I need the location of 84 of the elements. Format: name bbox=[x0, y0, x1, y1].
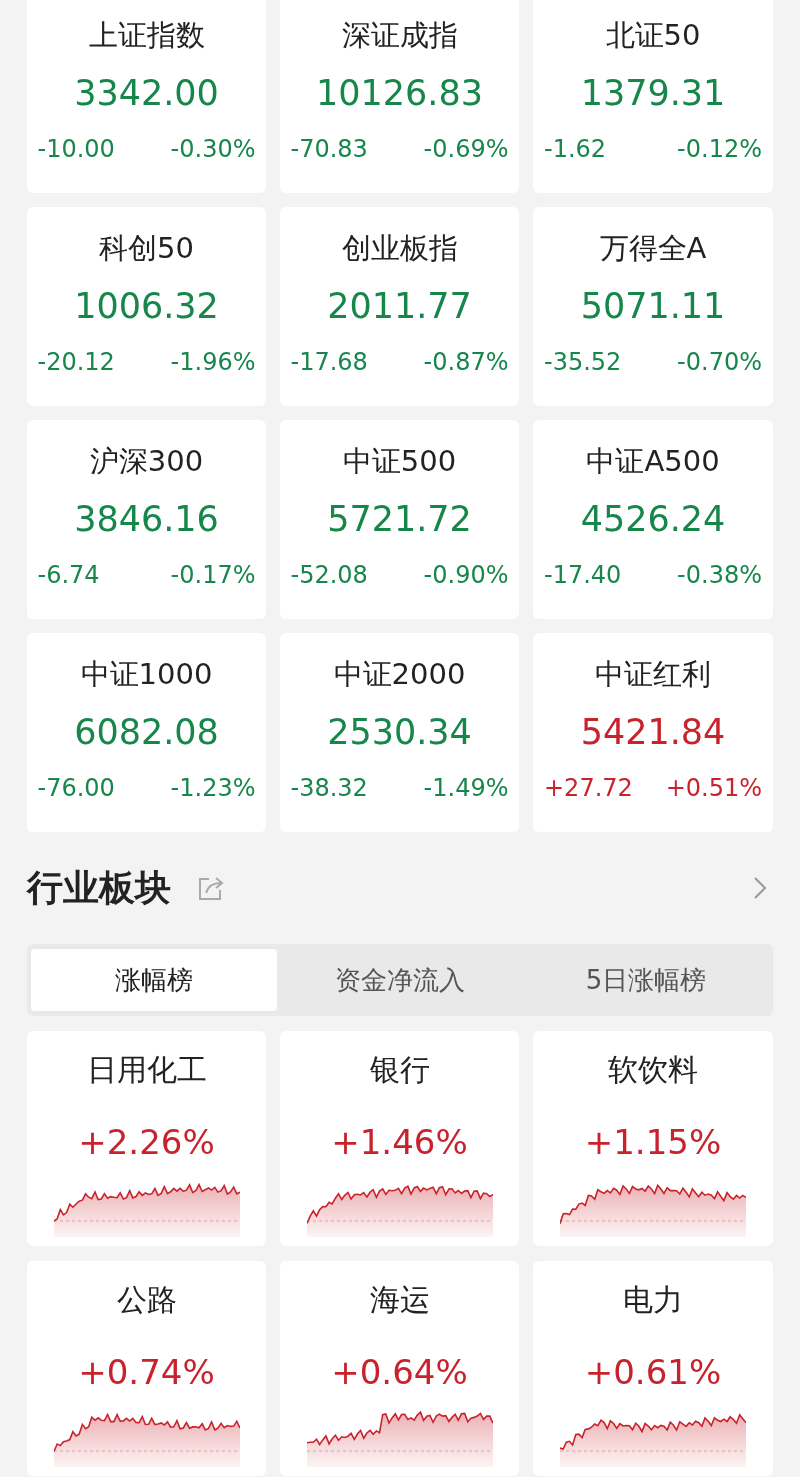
sector-percent: +2.26% bbox=[78, 1121, 215, 1163]
index-name: 创业板指 bbox=[341, 230, 458, 267]
index-card[interactable]: 沪深300 3846.16 -6.74 -0.17% bbox=[27, 420, 266, 619]
index-name: 沪深300 bbox=[89, 443, 204, 480]
index-percent: -0.69% bbox=[423, 134, 509, 164]
index-card[interactable]: 北证50 1379.31 -1.62 -0.12% bbox=[533, 0, 773, 193]
sector-card[interactable]: 软饮料 +1.15% bbox=[533, 1031, 773, 1246]
index-value: 1006.32 bbox=[74, 285, 219, 327]
index-percent: -0.38% bbox=[677, 560, 762, 590]
index-change: -10.00 bbox=[37, 134, 115, 164]
index-percent: -1.49% bbox=[423, 773, 509, 803]
sector-name: 日用化工 bbox=[86, 1051, 207, 1089]
sector-percent: +1.46% bbox=[331, 1121, 468, 1163]
sector-name: 软饮料 bbox=[608, 1051, 698, 1089]
index-change: -38.32 bbox=[290, 773, 368, 803]
sector-name: 公路 bbox=[116, 1281, 177, 1319]
index-percent: -0.70% bbox=[677, 347, 762, 377]
sector-card[interactable]: 日用化工 +2.26% bbox=[27, 1031, 266, 1246]
index-value: 2011.77 bbox=[327, 285, 472, 327]
index-value: 5721.72 bbox=[327, 498, 472, 540]
sector-percent: +0.61% bbox=[584, 1351, 722, 1393]
index-value: 3846.16 bbox=[74, 498, 219, 540]
index-change: +27.72 bbox=[544, 773, 633, 803]
index-change: -17.68 bbox=[290, 347, 368, 377]
index-name: 北证50 bbox=[605, 17, 701, 54]
index-card[interactable]: 深证成指 10126.83 -70.83 -0.69% bbox=[280, 0, 519, 193]
index-percent: -1.96% bbox=[170, 347, 256, 377]
index-name: 中证1000 bbox=[80, 656, 213, 693]
index-value: 3342.00 bbox=[74, 72, 219, 114]
index-change: -1.62 bbox=[544, 134, 607, 164]
index-value: 6082.08 bbox=[74, 711, 219, 753]
index-value: 4526.24 bbox=[580, 498, 726, 540]
index-change: -6.74 bbox=[37, 560, 100, 590]
index-name: 中证A500 bbox=[586, 443, 720, 480]
index-value: 5071.11 bbox=[580, 285, 726, 327]
index-card[interactable]: 创业板指 2011.77 -17.68 -0.87% bbox=[280, 207, 519, 406]
index-change: -35.52 bbox=[544, 347, 622, 377]
index-percent: -0.30% bbox=[170, 134, 256, 164]
index-percent: -1.23% bbox=[170, 773, 256, 803]
sector-name: 银行 bbox=[369, 1051, 430, 1089]
sector-percent: +0.64% bbox=[331, 1351, 468, 1393]
index-percent: +0.51% bbox=[665, 773, 762, 803]
index-name: 上证指数 bbox=[88, 17, 205, 54]
index-name: 万得全A bbox=[599, 230, 707, 267]
index-percent: -0.17% bbox=[170, 560, 256, 590]
index-card[interactable]: 中证1000 6082.08 -76.00 -1.23% bbox=[27, 633, 266, 832]
sector-card[interactable]: 公路 +0.74% bbox=[27, 1261, 266, 1476]
chevron-right-icon[interactable] bbox=[753, 876, 767, 900]
index-card[interactable]: 科创50 1006.32 -20.12 -1.96% bbox=[27, 207, 266, 406]
sector-card[interactable]: 银行 +1.46% bbox=[280, 1031, 519, 1246]
sector-percent: +1.15% bbox=[584, 1121, 722, 1163]
index-change: -17.40 bbox=[544, 560, 622, 590]
index-value: 1379.31 bbox=[580, 72, 726, 114]
index-change: -76.00 bbox=[37, 773, 115, 803]
index-percent: -0.12% bbox=[677, 134, 762, 164]
index-card[interactable]: 中证红利 5421.84 +27.72 +0.51% bbox=[533, 633, 773, 832]
index-name: 中证500 bbox=[342, 443, 457, 480]
index-name: 中证2000 bbox=[333, 656, 466, 693]
sector-name: 电力 bbox=[623, 1281, 683, 1319]
sector-card[interactable]: 电力 +0.61% bbox=[533, 1261, 773, 1476]
index-card[interactable]: 中证A500 4526.24 -17.40 -0.38% bbox=[533, 420, 773, 619]
index-percent: -0.90% bbox=[423, 560, 509, 590]
index-value: 10126.83 bbox=[316, 72, 483, 114]
index-card[interactable]: 万得全A 5071.11 -35.52 -0.70% bbox=[533, 207, 773, 406]
index-percent: -0.87% bbox=[423, 347, 509, 377]
index-card[interactable]: 中证500 5721.72 -52.08 -0.90% bbox=[280, 420, 519, 619]
index-change: -20.12 bbox=[37, 347, 115, 377]
tab[interactable]: 资金净流入 bbox=[277, 949, 523, 1011]
tab[interactable]: 涨幅榜 bbox=[31, 949, 277, 1011]
index-name: 科创50 bbox=[99, 230, 194, 267]
share-icon[interactable] bbox=[197, 874, 225, 902]
index-value: 5421.84 bbox=[580, 711, 726, 753]
index-change: -70.83 bbox=[290, 134, 368, 164]
sector-percent: +0.74% bbox=[78, 1351, 215, 1393]
index-card[interactable]: 上证指数 3342.00 -10.00 -0.30% bbox=[27, 0, 266, 193]
index-value: 2530.34 bbox=[327, 711, 472, 753]
index-name: 深证成指 bbox=[341, 17, 458, 54]
index-name: 中证红利 bbox=[595, 656, 711, 693]
sector-card[interactable]: 海运 +0.64% bbox=[280, 1261, 519, 1476]
section-title: 行业板块 bbox=[27, 865, 171, 910]
tab[interactable]: 5日涨幅榜 bbox=[523, 949, 769, 1011]
sector-name: 海运 bbox=[369, 1281, 430, 1319]
index-change: -52.08 bbox=[290, 560, 368, 590]
index-card[interactable]: 中证2000 2530.34 -38.32 -1.49% bbox=[280, 633, 519, 832]
